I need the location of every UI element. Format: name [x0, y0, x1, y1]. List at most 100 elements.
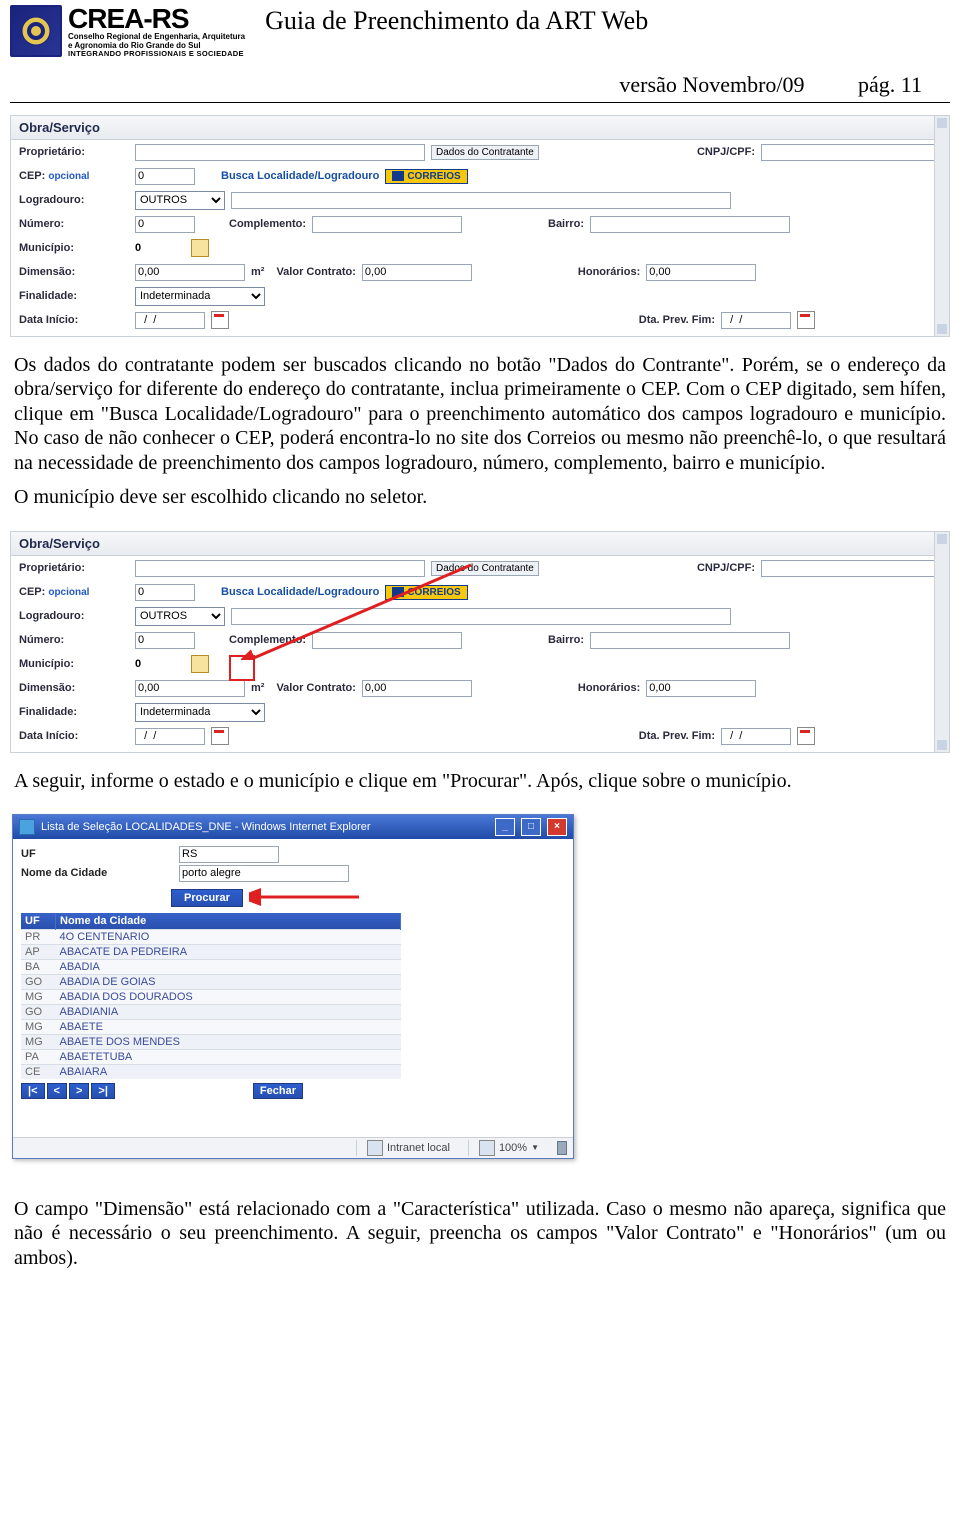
correios-badge[interactable]: CORREIOS — [385, 585, 467, 600]
btn-dados-contratante[interactable]: Dados do Contratante — [431, 145, 539, 160]
municipio-selector-icon[interactable] — [191, 655, 209, 673]
correios-badge[interactable]: CORREIOS — [385, 169, 467, 184]
table-row[interactable]: APABACATE DA PEDREIRA — [21, 944, 401, 959]
calendar-icon[interactable] — [797, 311, 815, 329]
select-logradouro-tipo[interactable]: OUTROS — [135, 607, 225, 626]
page-header: CREA-RS Conselho Regional de Engenharia,… — [0, 0, 960, 58]
input-uf[interactable] — [179, 846, 279, 863]
lbl-complemento: Complemento: — [229, 218, 306, 230]
table-row[interactable]: MGABADIA DOS DOURADOS — [21, 989, 401, 1004]
input-dimensao[interactable] — [135, 264, 245, 281]
lbl-municipio: Município: — [19, 242, 129, 254]
vertical-scrollbar[interactable] — [934, 116, 949, 336]
calendar-icon[interactable] — [211, 727, 229, 745]
table-row[interactable]: GOABADIA DE GOIAS — [21, 974, 401, 989]
btn-dados-contratante[interactable]: Dados do Contratante — [431, 561, 539, 576]
paragraph-3: A seguir, informe o estado e o município… — [0, 759, 960, 803]
lbl-data-inicio: Data Início: — [19, 314, 129, 326]
lbl-honorarios: Honorários: — [578, 682, 640, 694]
lbl-dimensao: Dimensão: — [19, 682, 129, 694]
pager-next[interactable]: > — [69, 1083, 89, 1099]
table-row[interactable]: BAABADIA — [21, 959, 401, 974]
input-logradouro[interactable] — [231, 608, 731, 625]
close-button[interactable]: × — [547, 818, 567, 836]
section-title: Obra/Serviço — [11, 532, 949, 556]
link-busca-local[interactable]: Busca Localidade/Logradouro — [221, 586, 379, 598]
vertical-scrollbar[interactable] — [934, 532, 949, 752]
input-data-inicio[interactable] — [135, 312, 205, 329]
lbl-m2: m² — [251, 682, 264, 694]
input-dta-prev-fim[interactable] — [721, 312, 791, 329]
lbl-cep-opt: opcional — [48, 171, 89, 182]
doc-title: Guia de Preenchimento da ART Web — [265, 6, 648, 36]
logo-main: CREA-RS — [68, 4, 245, 33]
table-row[interactable]: PAABAETETUBA — [21, 1049, 401, 1064]
select-finalidade[interactable]: Indeterminada — [135, 287, 265, 306]
input-data-inicio[interactable] — [135, 728, 205, 745]
val-municipio: 0 — [135, 242, 185, 254]
input-proprietario[interactable] — [135, 144, 425, 161]
maximize-button[interactable]: □ — [521, 818, 541, 836]
logo-block: CREA-RS Conselho Regional de Engenharia,… — [10, 4, 245, 58]
lbl-data-inicio: Data Início: — [19, 730, 129, 742]
input-cnpj[interactable] — [761, 144, 941, 161]
table-row[interactable]: GOABADIANIA — [21, 1004, 401, 1019]
pager-last[interactable]: >| — [91, 1083, 115, 1099]
red-arrow-icon — [249, 887, 369, 907]
lbl-logradouro: Logradouro: — [19, 194, 129, 206]
input-honorarios[interactable] — [646, 264, 756, 281]
minimize-button[interactable]: _ — [495, 818, 515, 836]
popup-window: Lista de Seleção LOCALIDADES_DNE - Windo… — [12, 814, 574, 1159]
val-municipio: 0 — [135, 658, 185, 670]
table-row[interactable]: MGABAETE DOS MENDES — [21, 1034, 401, 1049]
calendar-icon[interactable] — [211, 311, 229, 329]
status-intranet: Intranet local — [356, 1140, 450, 1156]
paragraph-2: O município deve ser escolhido clicando … — [0, 485, 960, 519]
btn-fechar[interactable]: Fechar — [253, 1083, 303, 1099]
paragraph-4: O campo "Dimensão" está relacionado com … — [0, 1187, 960, 1280]
input-bairro[interactable] — [590, 216, 790, 233]
lbl-proprietario: Proprietário: — [19, 146, 129, 158]
input-valor-contrato[interactable] — [362, 680, 472, 697]
lbl-cnpj: CNPJ/CPF: — [697, 146, 755, 158]
form-panel-2: Obra/Serviço Proprietário: Dados do Cont… — [10, 531, 950, 753]
input-bairro[interactable] — [590, 632, 790, 649]
lbl-dta-prev-fim: Dta. Prev. Fim: — [639, 730, 715, 742]
table-row[interactable]: PR4O CENTENARIO — [21, 929, 401, 944]
input-numero[interactable] — [135, 216, 195, 233]
input-valor-contrato[interactable] — [362, 264, 472, 281]
resize-grip-icon[interactable] — [557, 1141, 567, 1155]
input-honorarios[interactable] — [646, 680, 756, 697]
input-dta-prev-fim[interactable] — [721, 728, 791, 745]
input-complemento[interactable] — [312, 632, 462, 649]
lbl-valor-contrato: Valor Contrato: — [276, 682, 355, 694]
btn-procurar[interactable]: Procurar — [171, 889, 243, 907]
pager-prev[interactable]: < — [47, 1083, 67, 1099]
input-complemento[interactable] — [312, 216, 462, 233]
table-row[interactable]: MGABAETE — [21, 1019, 401, 1034]
pager-first[interactable]: |< — [21, 1083, 45, 1099]
th-uf: UF — [21, 913, 56, 930]
input-cep[interactable] — [135, 584, 195, 601]
lbl-finalidade: Finalidade: — [19, 706, 129, 718]
input-numero[interactable] — [135, 632, 195, 649]
select-finalidade[interactable]: Indeterminada — [135, 703, 265, 722]
municipio-selector-icon[interactable] — [191, 239, 209, 257]
lbl-bairro: Bairro: — [548, 634, 584, 646]
select-logradouro-tipo[interactable]: OUTROS — [135, 191, 225, 210]
input-nome-cidade[interactable] — [179, 865, 349, 882]
input-logradouro[interactable] — [231, 192, 731, 209]
input-cep[interactable] — [135, 168, 195, 185]
table-row[interactable]: CEABAIARA — [21, 1064, 401, 1079]
link-busca-local[interactable]: Busca Localidade/Logradouro — [221, 170, 379, 182]
ie-icon — [19, 819, 35, 835]
cities-table: UF Nome da Cidade PR4O CENTENARIOAPABACA… — [21, 913, 401, 1079]
lbl-m2: m² — [251, 266, 264, 278]
lbl-municipio: Município: — [19, 658, 129, 670]
input-dimensao[interactable] — [135, 680, 245, 697]
calendar-icon[interactable] — [797, 727, 815, 745]
form-panel-1: Obra/Serviço Proprietário: Dados do Cont… — [10, 115, 950, 337]
input-proprietario[interactable] — [135, 560, 425, 577]
input-cnpj[interactable] — [761, 560, 941, 577]
status-zoom[interactable]: 100% ▼ — [468, 1140, 539, 1156]
